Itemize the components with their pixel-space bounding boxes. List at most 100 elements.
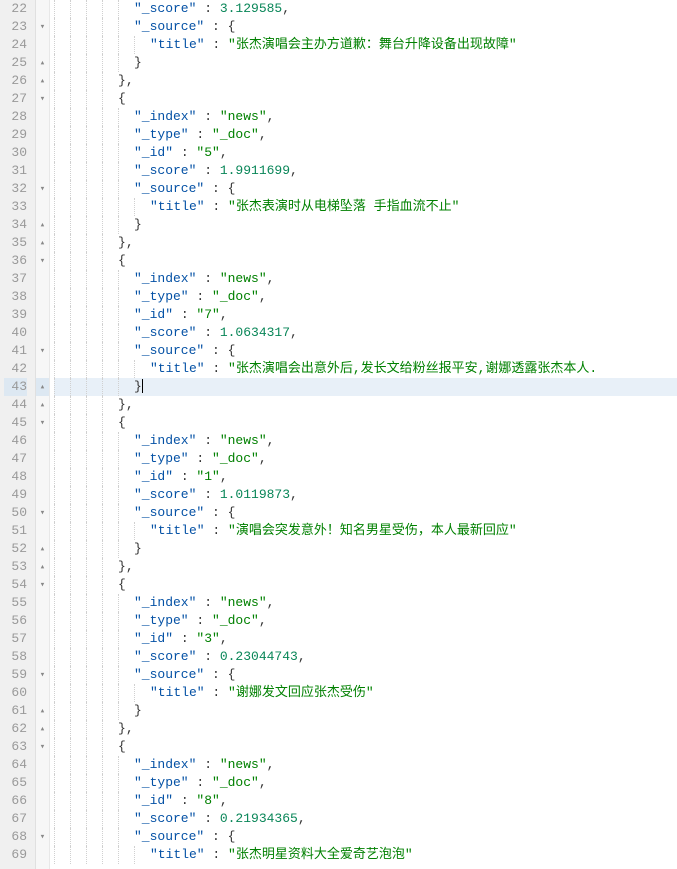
fold-column[interactable]: ▾▴▴▾▾▴▴▾▾▴▴▾▾▴▴▾▾▴▴▾▾ (36, 0, 50, 869)
fold-close-icon[interactable]: ▴ (36, 216, 49, 234)
fold-close-icon[interactable]: ▴ (36, 702, 49, 720)
indent-guide (54, 450, 70, 468)
indent-guide (54, 828, 70, 846)
fold-close-icon[interactable]: ▴ (36, 72, 49, 90)
line-number: 30 (4, 144, 27, 162)
code-line[interactable]: }, (54, 72, 677, 90)
fold-open-icon[interactable]: ▾ (36, 90, 49, 108)
code-line[interactable]: "_score" : 0.21934365, (54, 810, 677, 828)
token-key: "_id" (134, 793, 173, 808)
code-line[interactable]: }, (54, 234, 677, 252)
code-line[interactable]: "_id" : "7", (54, 306, 677, 324)
code-line[interactable]: "title" : "谢娜发文回应张杰受伤" (54, 684, 677, 702)
code-line[interactable]: "_source" : { (54, 18, 677, 36)
code-line[interactable]: "_index" : "news", (54, 594, 677, 612)
indent-guide (54, 180, 70, 198)
fold-close-icon[interactable]: ▴ (36, 720, 49, 738)
code-line[interactable]: { (54, 738, 677, 756)
code-line[interactable]: "title" : "张杰表演时从电梯坠落 手指血流不止" (54, 198, 677, 216)
indent-guide (102, 216, 118, 234)
fold-open-icon[interactable]: ▾ (36, 504, 49, 522)
code-line[interactable]: { (54, 252, 677, 270)
indent-guide (86, 846, 102, 864)
code-line[interactable]: "_source" : { (54, 828, 677, 846)
code-line[interactable]: "_score" : 1.0119873, (54, 486, 677, 504)
code-line[interactable]: }, (54, 396, 677, 414)
fold-open-icon[interactable]: ▾ (36, 342, 49, 360)
fold-open-icon[interactable]: ▾ (36, 576, 49, 594)
code-line[interactable]: "_source" : { (54, 342, 677, 360)
code-line[interactable]: } (54, 216, 677, 234)
fold-close-icon[interactable]: ▴ (36, 378, 49, 396)
code-line[interactable]: "_id" : "8", (54, 792, 677, 810)
fold-none (36, 486, 49, 504)
code-line[interactable]: "title" : "张杰演唱会出意外后,发长文给粉丝报平安,谢娜透露张杰本人. (54, 360, 677, 378)
fold-open-icon[interactable]: ▾ (36, 252, 49, 270)
indent-guide (70, 108, 86, 126)
code-line[interactable]: "_index" : "news", (54, 108, 677, 126)
code-line[interactable]: "_score" : 3.129585, (54, 0, 677, 18)
line-number: 59 (4, 666, 27, 684)
code-line[interactable]: "title" : "张杰演唱会主办方道歉：舞台升降设备出现故障" (54, 36, 677, 54)
code-line[interactable]: }, (54, 558, 677, 576)
code-line[interactable]: }, (54, 720, 677, 738)
code-line[interactable]: "_score" : 0.23044743, (54, 648, 677, 666)
code-area[interactable]: "_score" : 3.129585,"_source" : {"title"… (50, 0, 677, 869)
fold-none (36, 432, 49, 450)
fold-close-icon[interactable]: ▴ (36, 558, 49, 576)
code-line[interactable]: "_source" : { (54, 180, 677, 198)
token-punct: : (196, 487, 219, 502)
code-line[interactable]: "_source" : { (54, 504, 677, 522)
code-line[interactable]: } (54, 378, 677, 396)
code-line[interactable]: "_score" : 1.0634317, (54, 324, 677, 342)
code-line[interactable]: "_type" : "_doc", (54, 288, 677, 306)
code-line[interactable]: } (54, 54, 677, 72)
code-line[interactable]: "_index" : "news", (54, 756, 677, 774)
fold-close-icon[interactable]: ▴ (36, 54, 49, 72)
code-line[interactable]: "_id" : "1", (54, 468, 677, 486)
code-line[interactable]: "_id" : "3", (54, 630, 677, 648)
line-number: 68 (4, 828, 27, 846)
indent-guide (102, 486, 118, 504)
token-string: "news" (220, 433, 267, 448)
fold-open-icon[interactable]: ▾ (36, 738, 49, 756)
code-line[interactable]: "title" : "张杰明星资料大全爱奇艺泡泡" (54, 846, 677, 864)
fold-close-icon[interactable]: ▴ (36, 540, 49, 558)
indent-guide (118, 792, 134, 810)
code-line[interactable]: "_type" : "_doc", (54, 774, 677, 792)
code-editor[interactable]: 2223242526272829303132333435363738394041… (0, 0, 677, 869)
code-line[interactable]: "_index" : "news", (54, 270, 677, 288)
code-line[interactable]: } (54, 702, 677, 720)
token-key: "_score" (134, 649, 196, 664)
indent-guide (118, 180, 134, 198)
indent-guide (118, 306, 134, 324)
code-line[interactable]: } (54, 540, 677, 558)
code-line[interactable]: "_source" : { (54, 666, 677, 684)
indent-guide (54, 648, 70, 666)
code-line[interactable]: "_id" : "5", (54, 144, 677, 162)
token-string: "_doc" (212, 613, 259, 628)
indent-guide (102, 630, 118, 648)
fold-close-icon[interactable]: ▴ (36, 396, 49, 414)
code-line[interactable]: { (54, 90, 677, 108)
token-key: "_score" (134, 163, 196, 178)
token-punct: : (204, 829, 227, 844)
code-line[interactable]: { (54, 576, 677, 594)
token-punct: : (196, 433, 219, 448)
code-line[interactable]: { (54, 414, 677, 432)
fold-open-icon[interactable]: ▾ (36, 18, 49, 36)
fold-open-icon[interactable]: ▾ (36, 828, 49, 846)
code-line[interactable]: "_index" : "news", (54, 432, 677, 450)
fold-close-icon[interactable]: ▴ (36, 234, 49, 252)
code-line[interactable]: "_type" : "_doc", (54, 450, 677, 468)
fold-open-icon[interactable]: ▾ (36, 414, 49, 432)
fold-open-icon[interactable]: ▾ (36, 666, 49, 684)
indent-guide (86, 774, 102, 792)
code-line[interactable]: "_type" : "_doc", (54, 126, 677, 144)
code-line[interactable]: "_type" : "_doc", (54, 612, 677, 630)
code-line[interactable]: "title" : "演唱会突发意外！知名男星受伤，本人最新回应" (54, 522, 677, 540)
fold-open-icon[interactable]: ▾ (36, 180, 49, 198)
token-key: "_score" (134, 1, 196, 16)
code-line[interactable]: "_score" : 1.9911699, (54, 162, 677, 180)
line-number-gutter: 2223242526272829303132333435363738394041… (0, 0, 36, 869)
